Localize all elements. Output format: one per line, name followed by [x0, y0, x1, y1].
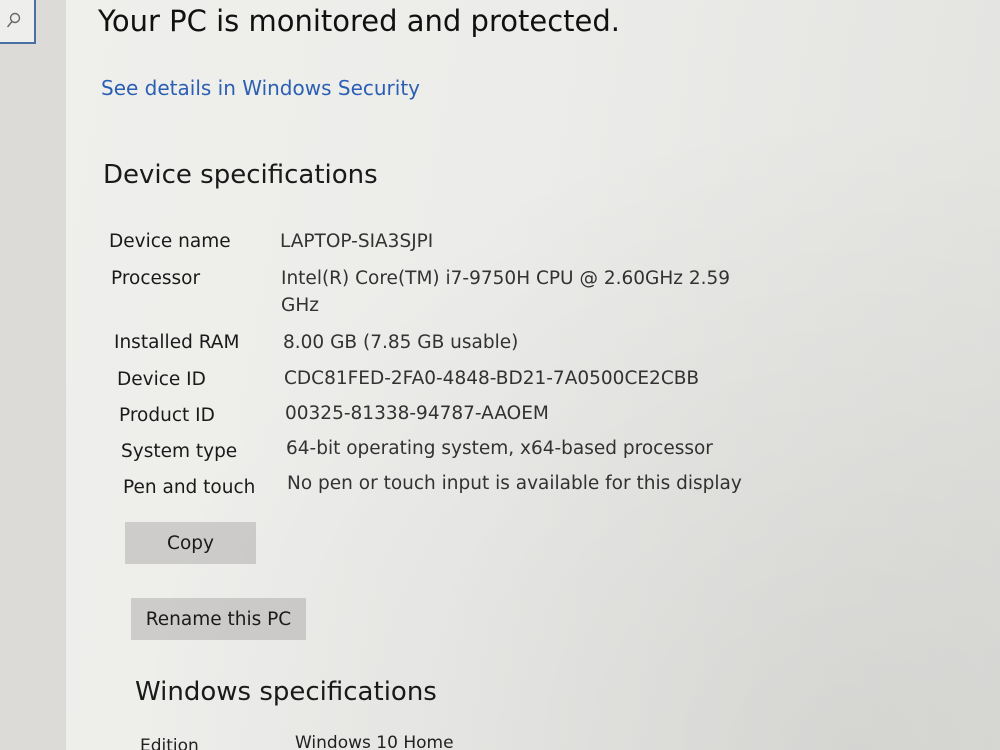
spec-label-device-id: Device ID	[117, 369, 206, 390]
windows-security-link[interactable]: See details in Windows Security	[101, 76, 420, 100]
spec-value-pen-and-touch: No pen or touch input is available for t…	[287, 473, 742, 494]
copy-button[interactable]: Copy	[125, 522, 256, 564]
rename-pc-button[interactable]: Rename this PC	[131, 598, 306, 640]
spec-value-product-id: 00325-81338-94787-AAOEM	[285, 403, 549, 424]
left-rail	[0, 0, 66, 750]
spec-label-pen-and-touch: Pen and touch	[123, 477, 256, 498]
windows-specifications-title: Windows specifications	[135, 677, 437, 707]
spec-label-processor: Processor	[111, 268, 201, 289]
spec-value-processor: Intel(R) Core(TM) i7-9750H CPU @ 2.60GHz…	[281, 268, 731, 289]
spec-label-installed-ram: Installed RAM	[114, 332, 240, 353]
spec-value-system-type: 64-bit operating system, x64-based proce…	[286, 438, 713, 459]
spec-value-installed-ram: 8.00 GB (7.85 GB usable)	[283, 332, 519, 353]
search-icon	[6, 12, 21, 28]
spec-label-system-type: System type	[121, 441, 238, 462]
security-status-text: Your PC is monitored and protected.	[98, 4, 620, 38]
spec-label-edition: Edition	[140, 736, 199, 750]
spec-value-processor-cont: GHz	[281, 295, 319, 316]
spec-label-device-name: Device name	[109, 231, 231, 252]
spec-value-edition: Windows 10 Home	[295, 733, 454, 750]
device-specifications-title: Device specifications	[103, 160, 378, 190]
spec-value-device-name: LAPTOP-SIA3SJPI	[280, 231, 434, 252]
spec-value-device-id: CDC81FED-2FA0-4848-BD21-7A0500CE2CBB	[284, 368, 700, 389]
search-box[interactable]	[0, 0, 36, 44]
spec-label-product-id: Product ID	[119, 405, 215, 426]
